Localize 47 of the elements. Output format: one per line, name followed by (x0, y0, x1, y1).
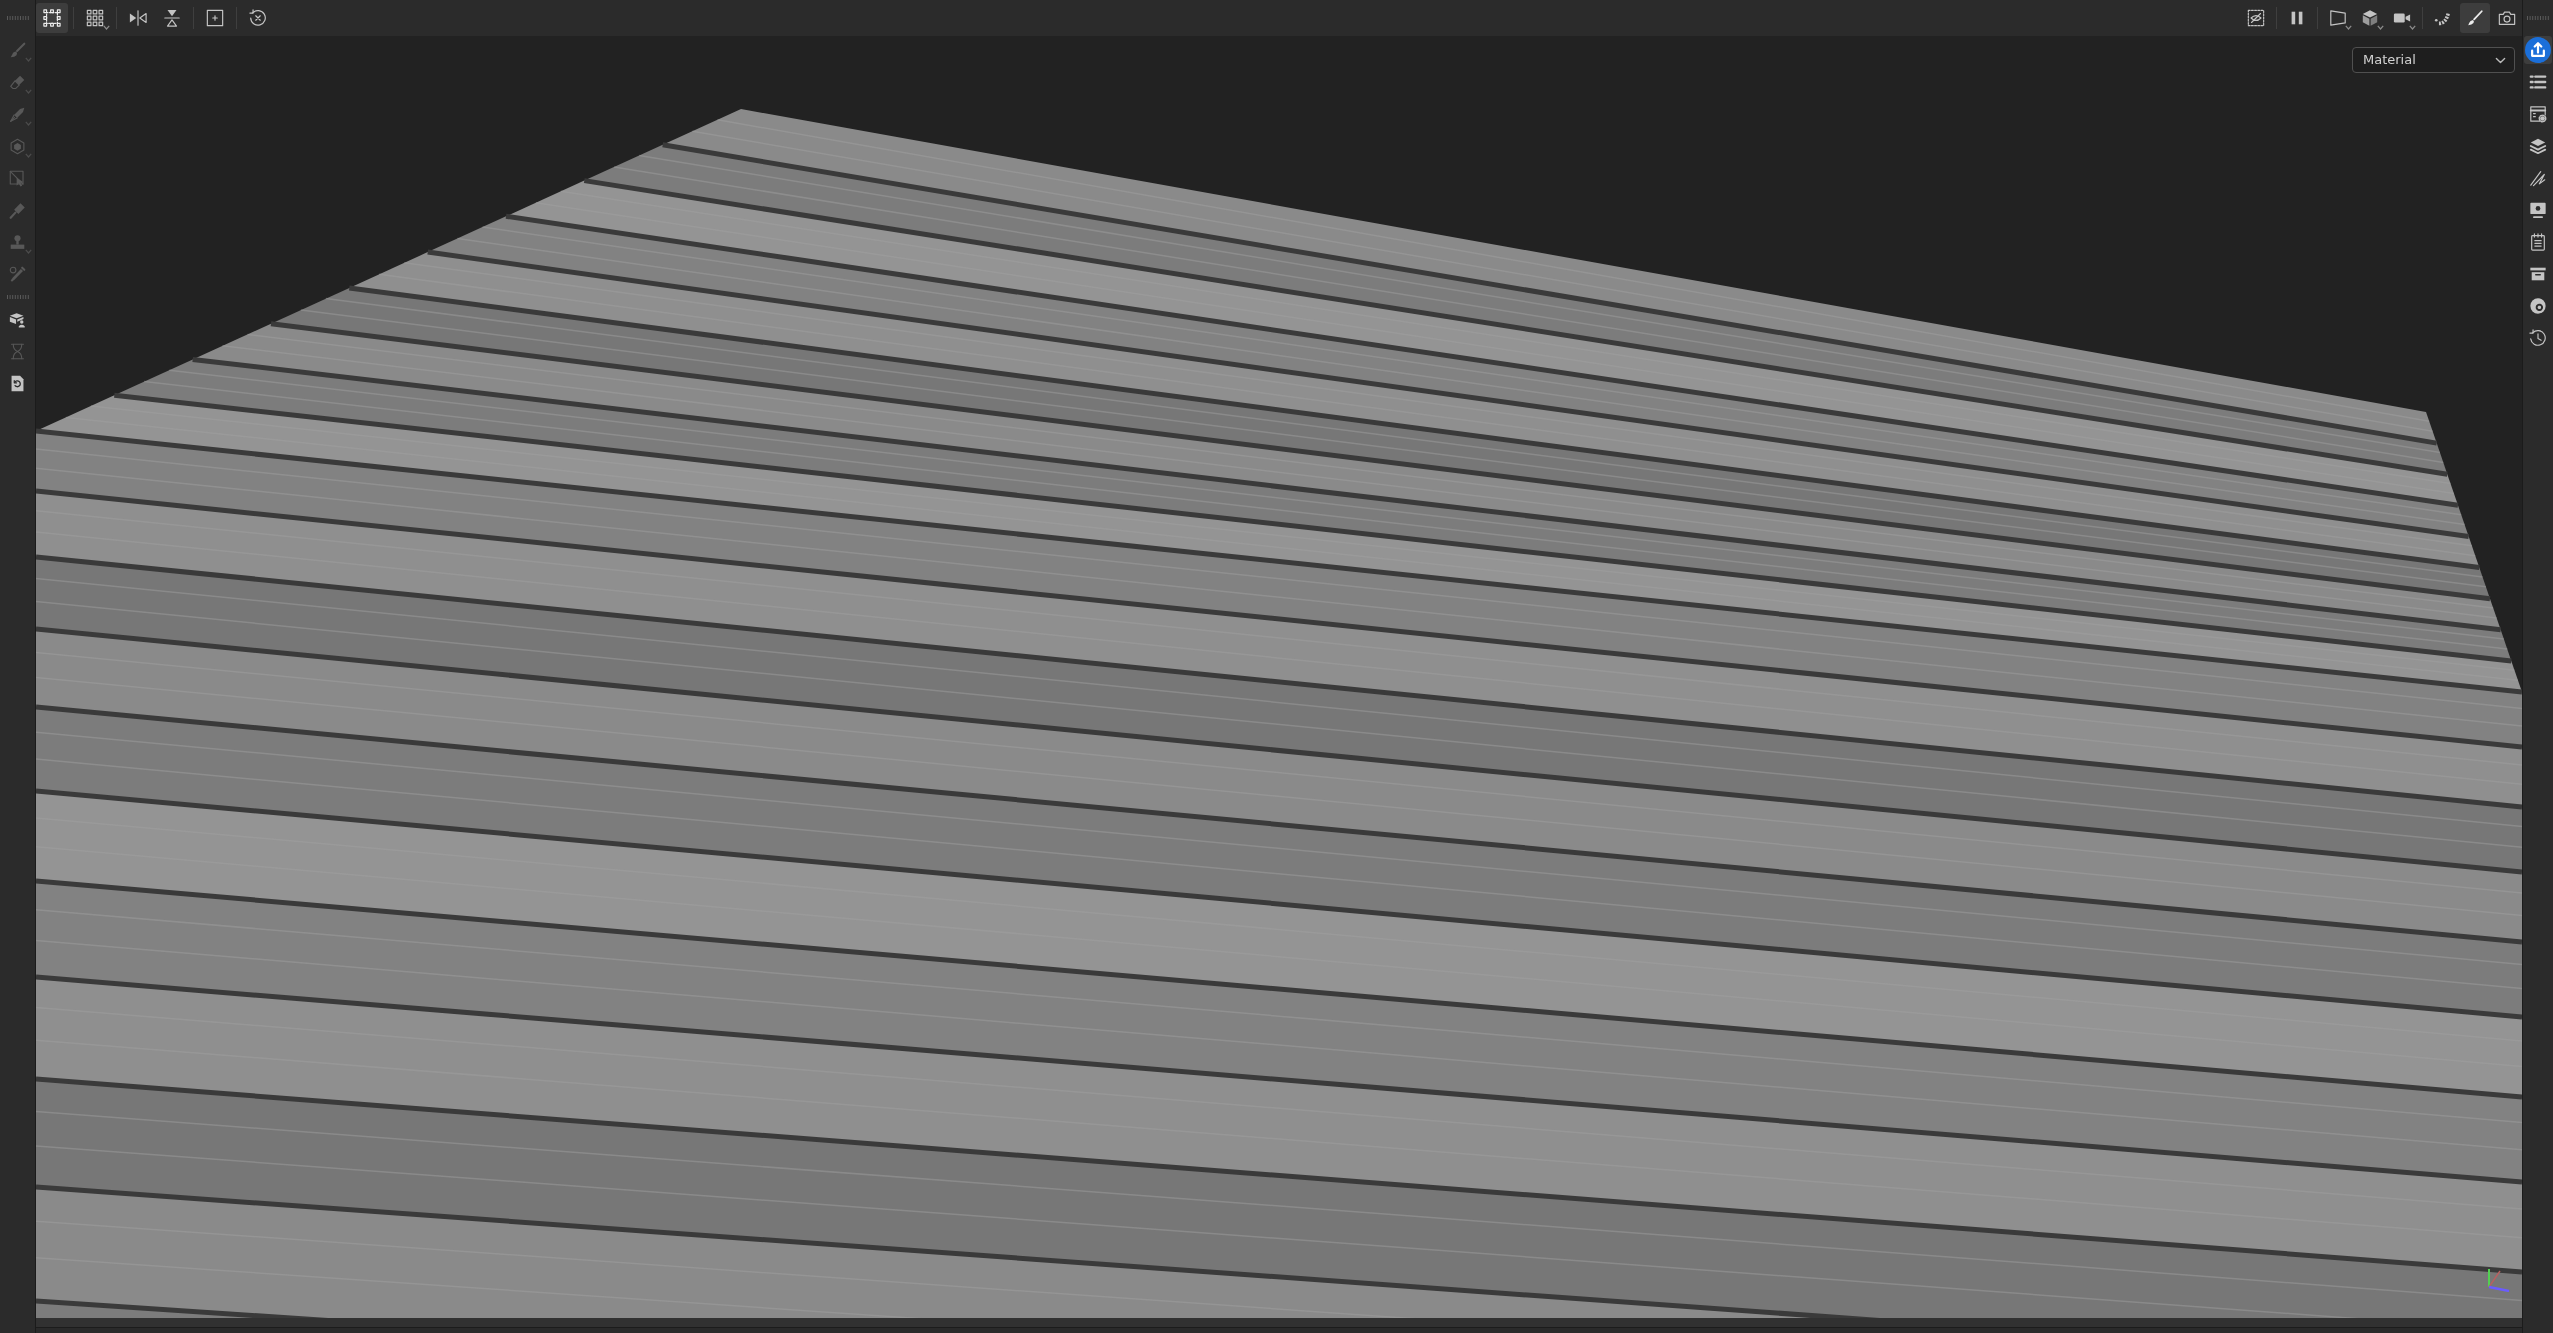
history-icon (2529, 329, 2547, 347)
display-mode-select[interactable]: Material (2352, 47, 2515, 73)
hourglass-icon (9, 342, 26, 360)
circular-arrow-x-icon (249, 9, 267, 27)
layers-icon (2529, 137, 2547, 155)
pen-nib-icon (9, 105, 26, 123)
brush-stroke-icon (2529, 169, 2547, 187)
notepad-icon (2529, 233, 2547, 251)
camera-icon (2498, 9, 2516, 27)
selection-frame-icon (43, 9, 61, 27)
square-cursor-icon (9, 169, 26, 187)
crosshair-square-icon (206, 9, 224, 27)
cube-icon (2361, 9, 2379, 27)
list-icon (2529, 73, 2547, 91)
caret-icon (24, 153, 32, 158)
eyedropper-icon (9, 265, 26, 283)
brush-icon (2466, 9, 2484, 27)
caret-icon (2377, 25, 2384, 30)
export-button[interactable] (2524, 36, 2552, 64)
caret-icon (24, 89, 32, 94)
document-refresh-icon (9, 374, 26, 392)
caret-icon (24, 249, 32, 254)
grip-handle-icon[interactable] (6, 294, 29, 299)
box-figure-icon (9, 310, 26, 328)
stamp-icon (9, 233, 26, 251)
hexagon-icon (9, 137, 26, 155)
caret-icon (103, 25, 110, 30)
archive-box-icon (2529, 265, 2547, 283)
export-icon (2525, 37, 2551, 63)
caret-icon (2345, 25, 2352, 30)
perspective-frame-icon (2329, 9, 2347, 27)
hidden-eye-icon (2247, 9, 2265, 27)
mirror-vertical-icon (163, 9, 181, 27)
axis-gizmo-icon (2486, 1266, 2510, 1292)
brush-button[interactable] (2460, 3, 2490, 33)
mirror-horizontal-icon (129, 9, 147, 27)
brush-icon (9, 41, 26, 59)
monitor-gear-icon (2529, 201, 2547, 219)
grid-icon (86, 9, 104, 27)
window-gear-icon (2529, 105, 2547, 123)
caret-icon (2409, 25, 2416, 30)
globe-gear-icon (2529, 297, 2547, 315)
eraser-icon (9, 73, 26, 91)
caret-icon (24, 121, 32, 126)
selection-frame-button[interactable] (36, 3, 68, 33)
caret-icon (24, 57, 32, 62)
smudge-icon (9, 201, 26, 219)
